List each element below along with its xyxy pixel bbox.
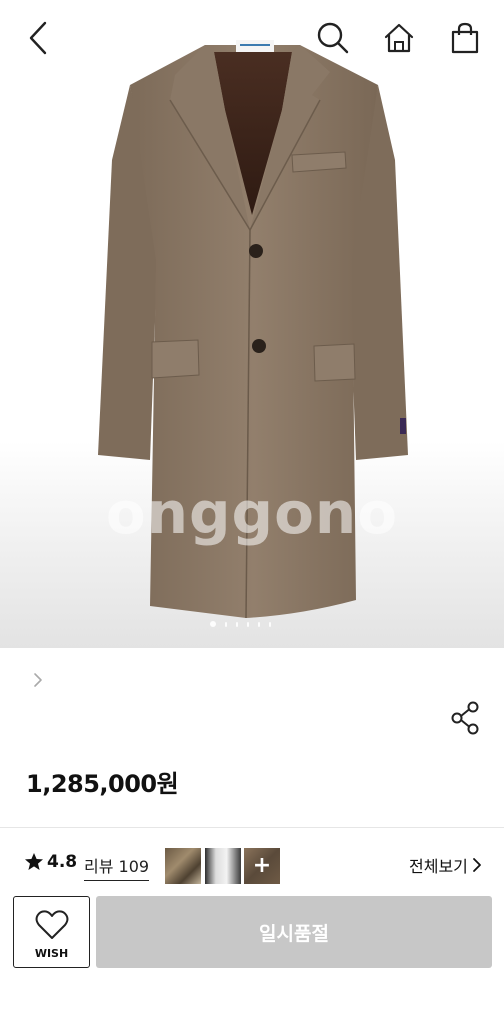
review-photo-thumbnail[interactable]	[205, 848, 241, 884]
plus-icon: +	[252, 853, 272, 878]
review-count-link[interactable]: 리뷰 109	[84, 853, 150, 881]
chevron-right-icon	[472, 858, 481, 872]
breadcrumb-chevron-right-icon[interactable]	[28, 670, 48, 690]
shopping-bag-icon	[451, 22, 479, 54]
home-button[interactable]	[377, 16, 421, 60]
carousel-dot	[269, 621, 271, 627]
sold-out-button[interactable]: 일시품절	[96, 896, 492, 968]
search-icon	[317, 22, 349, 54]
bottom-action-bar: WISH 일시품절	[0, 886, 504, 1024]
carousel-dot	[225, 621, 227, 627]
heart-icon	[35, 910, 69, 939]
product-image-carousel[interactable]: onggono	[0, 0, 504, 648]
star-icon	[25, 853, 43, 870]
chevron-left-icon	[29, 21, 47, 55]
section-divider	[0, 827, 504, 828]
review-photo-more-button[interactable]: +	[244, 848, 280, 884]
review-summary: 4.8 리뷰 109 + 전체보기	[0, 840, 504, 886]
share-icon[interactable]	[448, 700, 484, 736]
wish-button[interactable]: WISH	[13, 896, 90, 968]
coat-product-image	[98, 40, 408, 619]
carousel-dot	[258, 621, 260, 627]
carousel-indicator	[210, 620, 271, 628]
product-price: 1,285,000원	[26, 770, 179, 798]
view-all-reviews-link[interactable]: 전체보기	[409, 853, 482, 877]
search-button[interactable]	[311, 16, 355, 60]
carousel-dot	[236, 621, 238, 627]
review-photo-thumbnail[interactable]	[165, 848, 201, 884]
wish-label: WISH	[34, 947, 69, 960]
back-button[interactable]	[16, 16, 60, 60]
rating-value: 4.8	[47, 852, 78, 872]
carousel-dot	[247, 621, 249, 627]
watermark-text: onggono	[105, 479, 399, 547]
carousel-dot-active	[210, 621, 216, 627]
view-all-label: 전체보기	[409, 857, 468, 876]
cart-button[interactable]	[443, 16, 487, 60]
home-icon	[384, 23, 414, 53]
